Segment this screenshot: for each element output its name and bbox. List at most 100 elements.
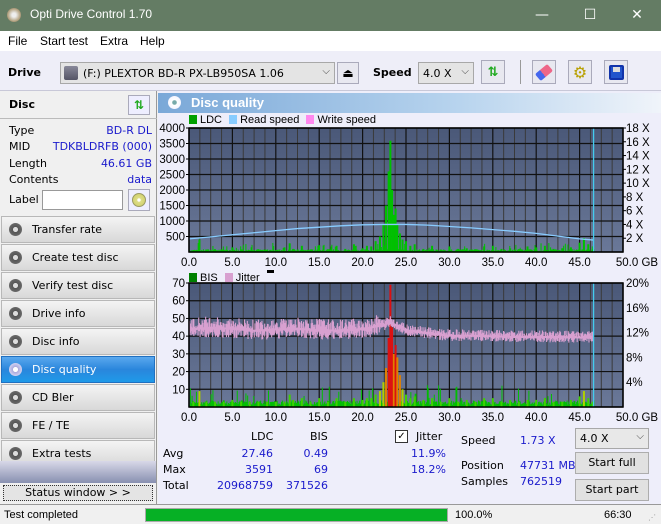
menu-extra[interactable]: Extra [100, 34, 128, 48]
ldc-bar [491, 245, 494, 252]
erase-button[interactable] [532, 60, 556, 84]
bis-bar [248, 401, 251, 407]
nav-transfer-rate[interactable]: Transfer rate [1, 216, 155, 243]
position-label: Position [461, 459, 504, 472]
disc-label-button[interactable] [128, 189, 150, 211]
bis-bar [465, 399, 468, 407]
bis-bar [380, 400, 382, 407]
disc-refresh-button[interactable]: ⇅ [128, 95, 150, 115]
y2-tick-label: 6 X [626, 206, 644, 218]
bis-bar [229, 401, 231, 407]
ldc-bar [365, 245, 368, 252]
bis-bar [552, 401, 555, 407]
bis-bar [464, 401, 466, 407]
bis-bar [255, 401, 257, 407]
bis-bar [273, 401, 275, 407]
y-tick-label: 500 [166, 232, 185, 244]
x-tick-label: 5.0 [224, 412, 240, 424]
ldc-bar [578, 242, 581, 252]
x-tick-label: 40.0 [525, 257, 547, 269]
disc-gear-icon [9, 391, 22, 404]
ldc-bar [314, 246, 316, 252]
nav-label: Extra tests [32, 447, 92, 460]
panel-title: Disc quality [191, 95, 264, 110]
y2-tick-label: 16% [626, 303, 649, 315]
bis-bar [478, 400, 480, 407]
disc-contents-value: data [127, 173, 152, 186]
maximize-button[interactable]: ☐ [567, 0, 613, 31]
disc-type-label: Type [9, 124, 35, 137]
bis-bar [372, 388, 374, 407]
disc-length-label: Length [9, 157, 47, 170]
bis-bar [300, 398, 303, 407]
menu-help[interactable]: Help [140, 34, 165, 48]
bis-bar [340, 400, 342, 407]
bis-bar [484, 400, 486, 407]
eject-button[interactable]: ⏏ [337, 62, 359, 84]
nav-cd-bler[interactable]: CD Bler [1, 384, 155, 411]
speed-select[interactable]: 4.0 X ⌵ [418, 62, 474, 84]
close-button[interactable]: ✕ [614, 0, 660, 31]
bis-bar [543, 398, 546, 407]
bis-bar [574, 401, 576, 407]
bis-bar [413, 396, 416, 407]
x-tick-label: 10.0 [265, 412, 287, 424]
bis-bar [455, 387, 457, 407]
bis-bar [333, 400, 335, 407]
disc-label-input[interactable] [42, 190, 123, 210]
bis-bar [263, 400, 265, 407]
bis-bar [422, 399, 425, 407]
menu-bar: File Start test Extra Help [0, 31, 661, 51]
nav-create-test-disc[interactable]: Create test disc [1, 244, 155, 271]
jitter-checkbox[interactable]: ✓ [395, 430, 408, 443]
disc-gear-icon [9, 251, 22, 264]
nav-verify-test-disc[interactable]: Verify test disc [1, 272, 155, 299]
ldc-bar [409, 245, 412, 252]
bis-bar [272, 401, 274, 407]
bis-bar [584, 401, 586, 407]
y2-tick-label: 18 X [626, 123, 650, 135]
status-text: Test completed [4, 509, 78, 521]
bis-bar [374, 394, 377, 407]
ldc-bar [567, 244, 569, 252]
x-tick-label: 50.0 GB [616, 257, 659, 269]
nav-fe-te[interactable]: FE / TE [1, 412, 155, 439]
resize-grip-icon[interactable]: ⋰ [648, 513, 656, 522]
ldc-bar [548, 243, 550, 252]
disc-panel-header: Disc ⇅ [0, 91, 157, 119]
ldc-bar [387, 171, 390, 252]
bis-jitter-chart: 10 20 30 40 50 60 70 4% 8% 12% 16% 20% 0.0 5.0 10.0 15.… [172, 278, 658, 424]
bis-bar [349, 400, 351, 407]
bis-bar [452, 401, 454, 407]
bis-bar [571, 401, 573, 407]
nav-disc-info[interactable]: Disc info [1, 328, 155, 355]
refresh-button[interactable]: ⇅ [481, 60, 505, 84]
bis-bar [511, 401, 513, 407]
menu-start-test[interactable]: Start test [40, 34, 88, 48]
bis-bar [266, 401, 269, 407]
drive-select[interactable]: (F:) PLEXTOR BD-R PX-LB950SA 1.06 ⌵ [60, 62, 335, 84]
bis-bar [365, 398, 368, 407]
bis-bar [326, 401, 329, 407]
ldc-bar [564, 243, 566, 252]
start-full-button[interactable]: Start full [575, 452, 649, 474]
nav-label: Disc quality [32, 363, 97, 376]
bis-bar [431, 398, 434, 407]
bis-bar [370, 398, 373, 407]
nav-drive-info[interactable]: Drive info [1, 300, 155, 327]
disc-mid-label: MID [9, 140, 31, 153]
start-part-button[interactable]: Start part [575, 479, 649, 501]
save-button[interactable] [604, 60, 628, 84]
ldc-bar [540, 243, 542, 252]
bis-bar [259, 401, 261, 407]
gears-icon: ⚙ [572, 62, 588, 82]
bis-bar [297, 400, 299, 407]
status-window-button[interactable]: Status window > > [3, 485, 153, 501]
minimize-button[interactable]: — [519, 0, 565, 31]
menu-file[interactable]: File [8, 34, 27, 48]
test-speed-select[interactable]: 4.0 X ⌵ [575, 428, 649, 449]
settings-button[interactable]: ⚙ [568, 60, 592, 84]
y2-tick-label: 2 X [626, 233, 644, 245]
nav-disc-quality[interactable]: Disc quality [1, 356, 155, 383]
y2-tick-label: 8 X [626, 192, 644, 204]
